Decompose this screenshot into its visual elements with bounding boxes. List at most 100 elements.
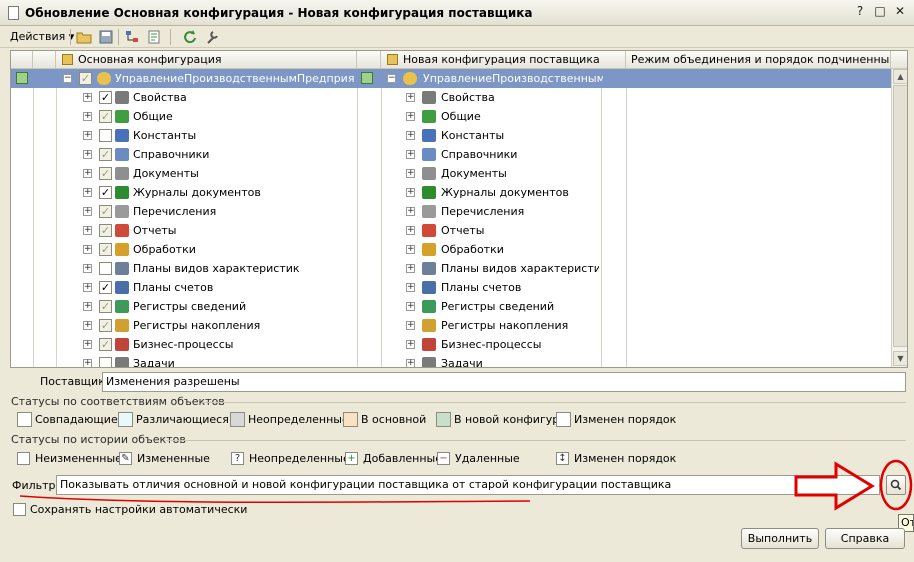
row-checkbox[interactable]: ✓ (99, 300, 112, 313)
save-icon[interactable] (98, 29, 114, 45)
tree-row[interactable]: + ✓ Перечисления + Перечисления (11, 202, 891, 221)
scroll-thumb[interactable] (893, 85, 907, 347)
expand-icon[interactable]: + (406, 302, 415, 311)
report-icon[interactable] (146, 29, 162, 45)
expand-icon[interactable]: + (83, 302, 92, 311)
object-type-icon (115, 319, 129, 332)
row-checkbox[interactable]: ✓ (99, 186, 112, 199)
row-checkbox[interactable]: ✓ (99, 281, 112, 294)
tree-row[interactable]: + ✓ Справочники + Справочники (11, 145, 891, 164)
scroll-up-icon[interactable]: ▲ (893, 69, 907, 84)
row-checkbox[interactable] (99, 357, 112, 367)
expand-icon[interactable]: + (406, 188, 415, 197)
close-icon[interactable]: ✕ (892, 5, 908, 20)
expand-icon[interactable]: + (83, 93, 92, 102)
expand-icon[interactable]: + (406, 283, 415, 292)
row-checkbox[interactable]: ✓ (99, 110, 112, 123)
expand-icon[interactable]: + (406, 245, 415, 254)
row-checkbox[interactable]: ✓ (99, 224, 112, 237)
header-main-config[interactable]: Основная конфигурация (56, 51, 357, 69)
open-folder-icon[interactable] (76, 29, 92, 45)
expand-icon[interactable]: + (83, 207, 92, 216)
row-checkbox[interactable]: ✓ (99, 205, 112, 218)
expand-icon[interactable]: + (406, 226, 415, 235)
header-merge-mode[interactable]: Режим объединения и порядок подчиненных … (626, 51, 891, 69)
expand-icon[interactable]: + (83, 131, 92, 140)
expand-icon[interactable]: + (406, 93, 415, 102)
expand-icon[interactable]: + (406, 359, 415, 367)
row-vendor-label: Константы (441, 129, 505, 142)
vertical-scrollbar[interactable]: ▲ ▼ (891, 69, 907, 367)
supplier-field[interactable]: Изменения разрешены (102, 372, 906, 392)
tree-row[interactable]: + Константы + Константы (11, 126, 891, 145)
tree-row[interactable]: + Планы видов характеристик + Планы видов х… (11, 259, 891, 278)
expand-icon[interactable]: + (83, 188, 92, 197)
configuration-tree[interactable]: Основная конфигурация Новая конфигурация… (10, 50, 908, 368)
tree-row[interactable]: + ✓ Регистры сведений + Регистры сведений (11, 297, 891, 316)
tree-row[interactable]: + ✓ Бизнес-процессы + Бизнес-процессы (11, 335, 891, 354)
expand-icon[interactable]: + (406, 264, 415, 273)
tree-row[interactable]: + ✓ Обработки + Обработки (11, 240, 891, 259)
row-checkbox[interactable] (99, 129, 112, 142)
tree-row[interactable]: + ✓ Документы + Документы (11, 164, 891, 183)
row-checkbox[interactable] (99, 262, 112, 275)
row-main-label: Константы (133, 129, 197, 142)
tree-row[interactable]: + ✓ Свойства + Свойства (11, 88, 891, 107)
root-checkbox[interactable]: ✓ (79, 72, 92, 85)
expand-icon[interactable]: + (83, 340, 92, 349)
tree-row[interactable]: + ✓ Журналы документов + Журналы документов (11, 183, 891, 202)
expand-icon[interactable]: + (83, 321, 92, 330)
help-icon[interactable]: ? (852, 5, 868, 20)
tree-row[interactable]: + Задачи + Задачи (11, 354, 891, 368)
actions-menu-button[interactable]: Действия ▾ (10, 30, 74, 43)
object-type-icon (422, 91, 436, 104)
collapse-icon[interactable]: − (387, 74, 396, 83)
tree-row[interactable]: + ✓ Отчеты + Отчеты (11, 221, 891, 240)
row-checkbox[interactable]: ✓ (99, 148, 112, 161)
expand-icon[interactable]: + (406, 131, 415, 140)
expand-icon[interactable]: + (83, 226, 92, 235)
row-checkbox[interactable]: ✓ (99, 319, 112, 332)
refresh-icon[interactable] (182, 29, 198, 45)
header-vendor-config[interactable]: Новая конфигурация поставщика (381, 51, 626, 69)
row-checkbox[interactable]: ✓ (99, 338, 112, 351)
autosave-checkbox[interactable] (13, 503, 26, 516)
supplier-label: Поставщик: (40, 375, 109, 388)
scroll-down-icon[interactable]: ▼ (893, 351, 907, 366)
expand-icon[interactable]: + (406, 207, 415, 216)
expand-icon[interactable]: + (406, 321, 415, 330)
expand-icon[interactable]: + (406, 150, 415, 159)
expand-icon[interactable]: + (83, 245, 92, 254)
row-main-label: Планы счетов (133, 281, 214, 294)
object-type-icon (115, 148, 129, 161)
run-button[interactable]: Выполнить (741, 528, 819, 549)
autosave-label: Сохранять настройки автоматически (30, 503, 248, 516)
expand-icon[interactable]: + (83, 112, 92, 121)
expand-icon[interactable]: + (406, 340, 415, 349)
row-main-label: Обработки (133, 243, 196, 256)
expand-icon[interactable]: + (83, 150, 92, 159)
expand-icon[interactable]: + (83, 283, 92, 292)
help-button[interactable]: Справка (825, 528, 905, 549)
maximize-icon[interactable]: □ (872, 5, 888, 20)
tree-row-root[interactable]: − ✓ УправлениеПроизводственнымПредприяти… (11, 69, 891, 88)
object-type-icon (115, 281, 129, 294)
row-vendor-label: Обработки (441, 243, 504, 256)
expand-icon[interactable]: + (406, 112, 415, 121)
tree-row[interactable]: + ✓ Общие + Общие (11, 107, 891, 126)
tree-row[interactable]: + ✓ Планы счетов + Планы счетов (11, 278, 891, 297)
collapse-icon[interactable]: − (63, 74, 72, 83)
expand-icon[interactable]: + (406, 169, 415, 178)
header-flag-column (33, 51, 56, 69)
expand-icon[interactable]: + (83, 359, 92, 367)
row-checkbox[interactable]: ✓ (99, 167, 112, 180)
expand-icon[interactable]: + (83, 264, 92, 273)
row-checkbox[interactable]: ✓ (99, 91, 112, 104)
expand-icon[interactable]: + (83, 169, 92, 178)
tree-row[interactable]: + ✓ Регистры накопления + Регистры накоплени… (11, 316, 891, 335)
row-checkbox[interactable]: ✓ (99, 243, 112, 256)
row-vendor-label: Задачи (441, 357, 483, 368)
group-divider (166, 440, 906, 441)
settings-wrench-icon[interactable] (204, 29, 220, 45)
tree-compare-icon[interactable] (124, 29, 140, 45)
